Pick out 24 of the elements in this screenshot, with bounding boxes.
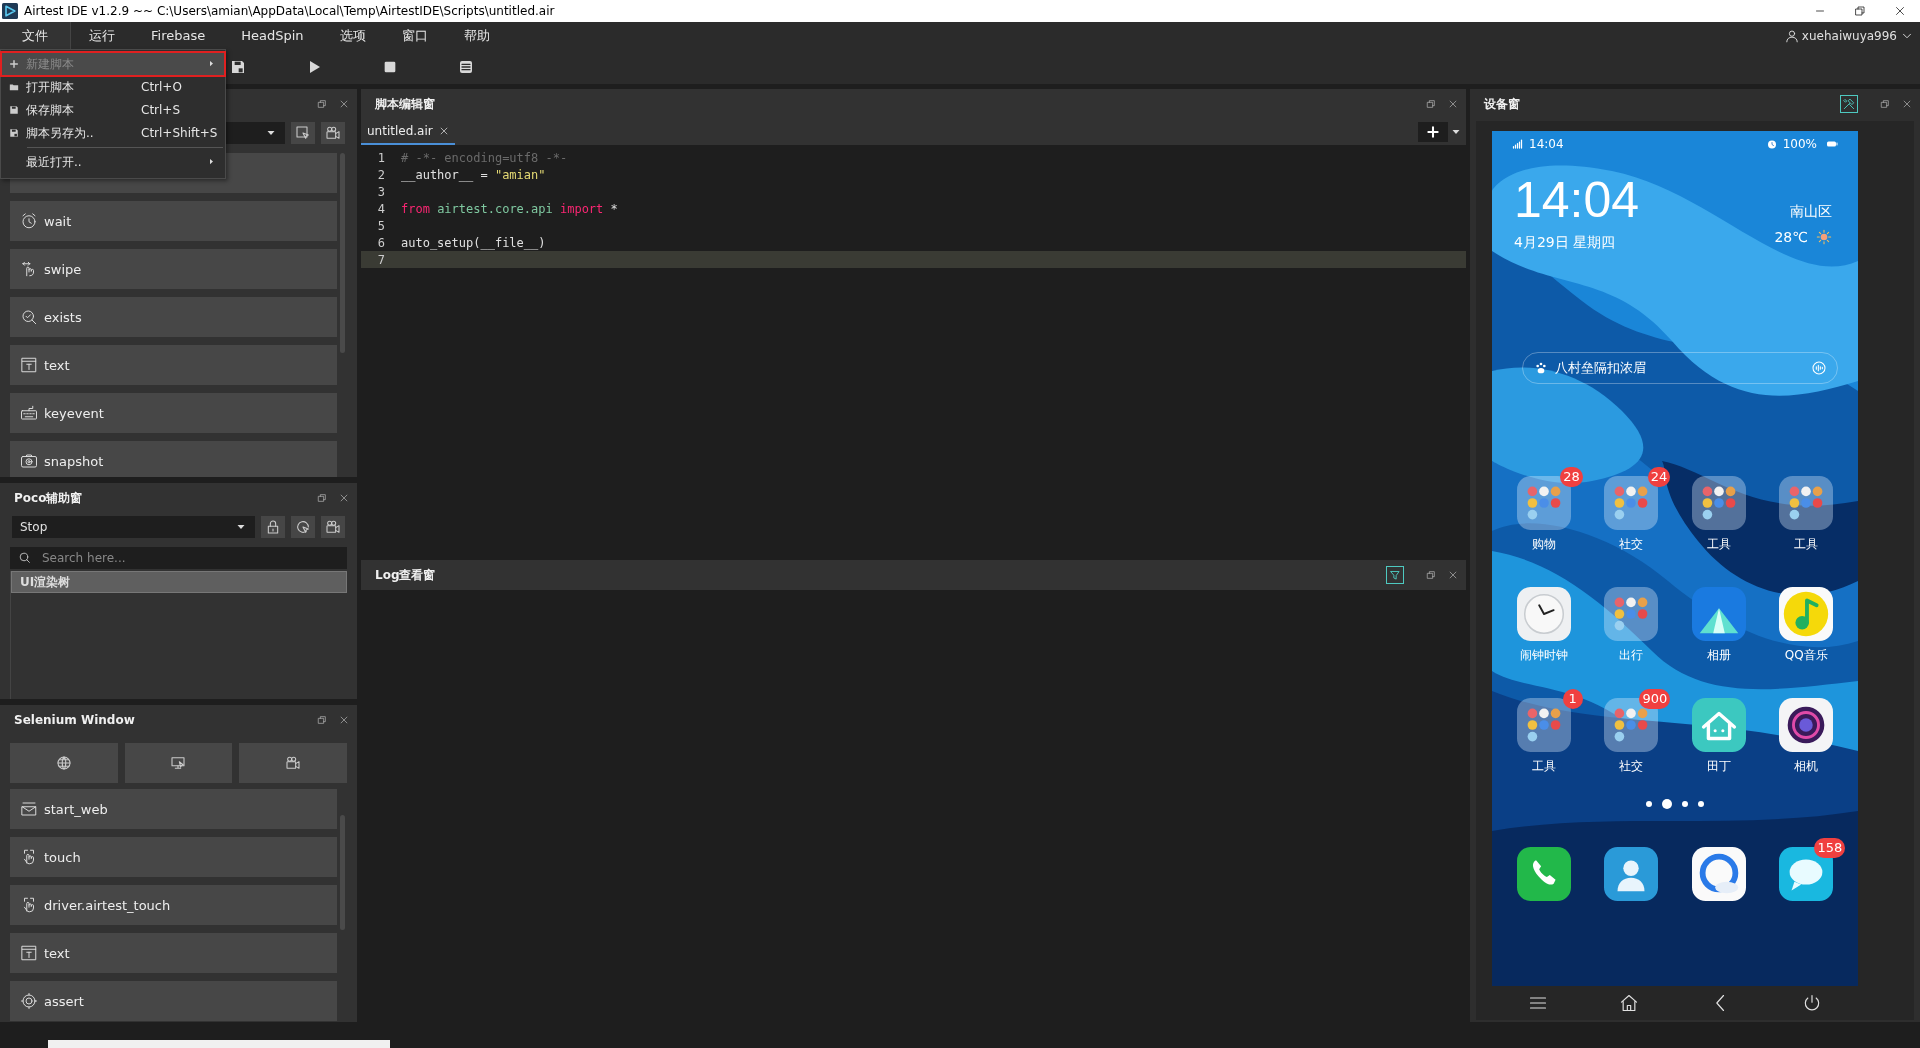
window-title: Airtest IDE v1.2.9 ~~ C:\Users\amian\AppData\Local\Temp\AirtestIDE\Scripts\untitled.air [24, 4, 555, 18]
panel-title: Selenium Window [14, 713, 135, 727]
line-number: 4 [376, 201, 386, 216]
weather-temperature: 28℃ [1774, 229, 1808, 245]
search-text: 八村垒隔扣浓眉 [1555, 359, 1646, 377]
code-line: auto_setup(__file__) [401, 235, 546, 250]
battery-percent: 100% [1782, 137, 1817, 151]
line-number: 5 [376, 218, 386, 233]
panel-title: 设备窗 [1484, 95, 1520, 113]
line-number: 6 [376, 235, 386, 250]
panel-title: Log查看窗 [375, 566, 436, 584]
line-number: 3 [376, 184, 386, 199]
panel-title: 脚本编辑窗 [375, 95, 435, 113]
weather-location: 南山区 [1790, 203, 1832, 221]
clock-date: 4月29日 星期四 [1514, 234, 1617, 252]
code-line: from airtest.core.api import * [401, 201, 618, 216]
line-number: 2 [376, 167, 386, 182]
line-number: 7 [376, 252, 386, 267]
line-number: 1 [376, 150, 386, 165]
code-line: # -*- encoding=utf8 -*- [401, 150, 568, 165]
clock-time: 14:04 [1514, 173, 1640, 228]
status-time: 14:04 [1529, 137, 1564, 151]
code-line: __author__ = "amian" [401, 167, 546, 182]
panel-title: Poco辅助窗 [14, 489, 83, 507]
